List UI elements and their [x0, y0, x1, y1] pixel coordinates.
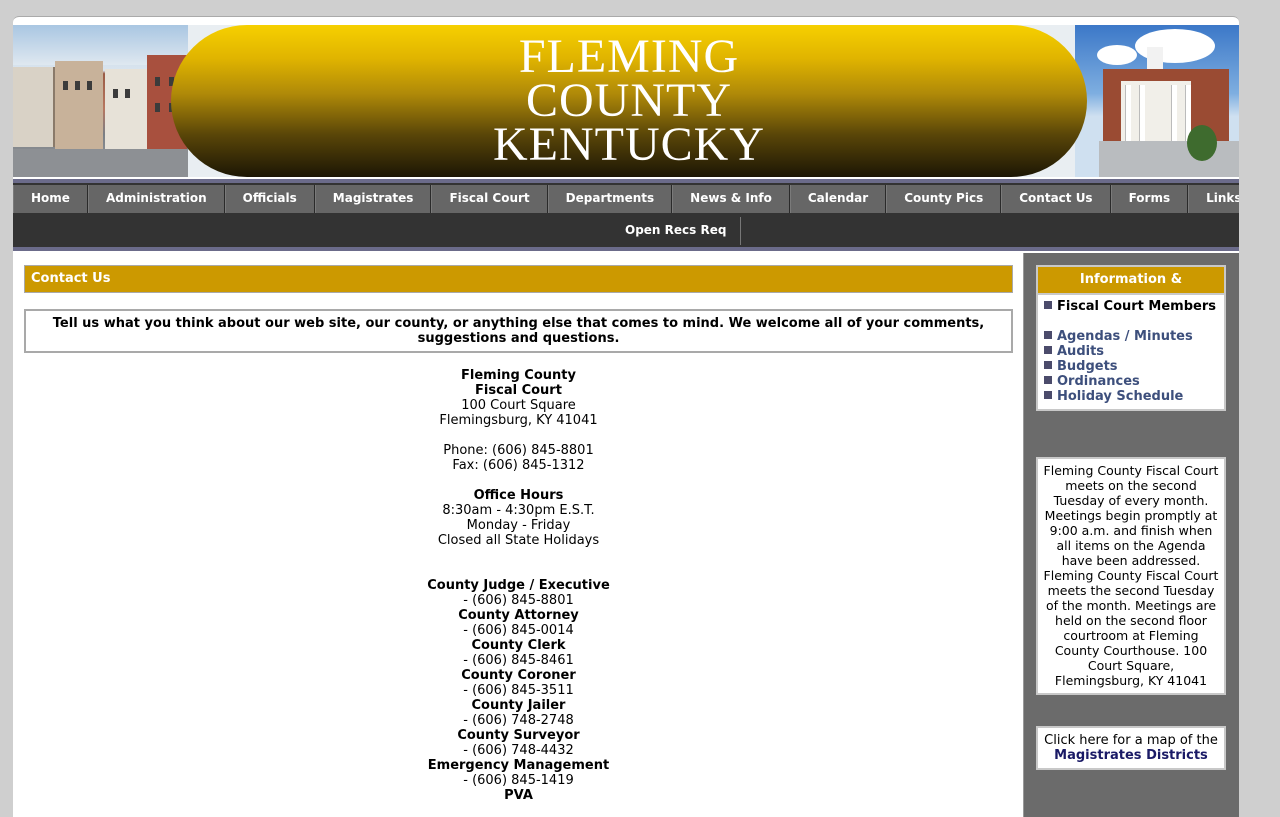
doc-link-agendas-minutes[interactable]: Agendas / Minutes	[1044, 329, 1224, 344]
map-box: Click here for a map of the Magistrates …	[1036, 726, 1226, 770]
nav-calendar[interactable]: Calendar	[789, 185, 887, 213]
doc-link-holiday-schedule[interactable]: Holiday Schedule	[1044, 389, 1224, 404]
square-bullet-icon	[1044, 376, 1052, 384]
doc-link-ordinances[interactable]: Ordinances	[1044, 374, 1224, 389]
office-name: County Clerk	[471, 638, 566, 653]
office-hours-title: Office Hours	[473, 488, 564, 503]
nav-administration[interactable]: Administration	[87, 185, 225, 213]
square-bullet-icon	[1044, 361, 1052, 369]
main-content: Contact Us Tell us what you think about …	[13, 253, 1023, 817]
page-container: FLEMING COUNTY KENTUCKY Home Administrat…	[13, 16, 1239, 817]
doc-link-budgets[interactable]: Budgets	[1044, 359, 1224, 374]
intro-text: Tell us what you think about our web sit…	[24, 309, 1013, 353]
section-title: Contact Us	[24, 265, 1013, 293]
site-banner: FLEMING COUNTY KENTUCKY	[13, 25, 1239, 177]
office-name: PVA	[504, 788, 533, 803]
address-line-1: 100 Court Square	[461, 398, 576, 413]
office-phone: - (606) 845-8801	[463, 593, 574, 608]
nav-departments[interactable]: Departments	[547, 185, 673, 213]
square-bullet-icon	[1044, 331, 1052, 339]
nav-county-pics[interactable]: County Pics	[886, 185, 1002, 213]
nav-contact-us[interactable]: Contact Us	[1001, 185, 1111, 213]
meeting-info-text: Fleming County Fiscal Court meets on the…	[1043, 463, 1219, 688]
square-bullet-icon	[1044, 391, 1052, 399]
office-phone: - (606) 845-3511	[463, 683, 574, 698]
address-line-2: Flemingsburg, KY 41041	[439, 413, 598, 428]
courthouse-photo	[1075, 25, 1239, 177]
nav-fiscal-court[interactable]: Fiscal Court	[431, 185, 548, 213]
office-hours-time: 8:30am - 4:30pm E.S.T.	[442, 503, 595, 518]
office-name: Emergency Management	[427, 758, 610, 773]
office-hours-days: Monday - Friday	[466, 518, 571, 533]
nav-home[interactable]: Home	[13, 185, 88, 213]
phone-number: Phone: (606) 845-8801	[443, 443, 594, 458]
main-nav: Home Administration Officials Magistrate…	[13, 179, 1239, 251]
nav-news-info[interactable]: News & Info	[672, 185, 790, 213]
map-text: Click here for a map of the	[1044, 733, 1218, 748]
fiscal-court-members-link[interactable]: Fiscal Court Members	[1044, 299, 1224, 314]
office-name: County Jailer	[471, 698, 566, 713]
org-name: Fleming County	[461, 368, 576, 383]
nav-forms[interactable]: Forms	[1110, 185, 1189, 213]
contact-info: Fleming County Fiscal Court 100 Court Sq…	[24, 368, 1013, 803]
main-street-photo	[13, 25, 188, 177]
square-bullet-icon	[1044, 346, 1052, 354]
office-phone: - (606) 748-4432	[463, 743, 574, 758]
office-name: County Coroner	[461, 668, 576, 683]
office-name: County Judge / Executive	[427, 578, 610, 593]
site-title: FLEMING COUNTY KENTUCKY	[171, 30, 1087, 171]
documents-box: Information & Documents Fiscal Court Mem…	[1036, 265, 1226, 411]
nav-officials[interactable]: Officials	[224, 185, 315, 213]
meeting-info-box: Fleming County Fiscal Court meets on the…	[1036, 457, 1226, 695]
documents-title: Information & Documents	[1038, 267, 1224, 313]
site-title-line-1: FLEMING	[518, 30, 740, 83]
office-phone: - (606) 845-8461	[463, 653, 574, 668]
office-name: County Attorney	[458, 608, 579, 623]
office-phone: - (606) 748-2748	[463, 713, 574, 728]
org-subname: Fiscal Court	[475, 383, 562, 398]
sidebar: Information & Documents Fiscal Court Mem…	[1023, 253, 1239, 817]
office-phone: - (606) 845-1419	[463, 773, 574, 788]
nav-open-recs-req[interactable]: Open Recs Req	[615, 217, 742, 245]
square-bullet-icon	[1044, 301, 1052, 309]
nav-magistrates[interactable]: Magistrates	[314, 185, 432, 213]
fax-number: Fax: (606) 845-1312	[452, 458, 585, 473]
doc-link-audits[interactable]: Audits	[1044, 344, 1224, 359]
site-title-line-2: COUNTY	[526, 74, 732, 127]
nav-links[interactable]: Links	[1188, 185, 1239, 213]
office-hours-note: Closed all State Holidays	[437, 533, 600, 548]
site-title-line-3: KENTUCKY	[493, 118, 765, 171]
office-phone: - (606) 845-0014	[463, 623, 574, 638]
magistrates-districts-link[interactable]: Magistrates Districts	[1042, 748, 1220, 763]
office-name: County Surveyor	[457, 728, 580, 743]
